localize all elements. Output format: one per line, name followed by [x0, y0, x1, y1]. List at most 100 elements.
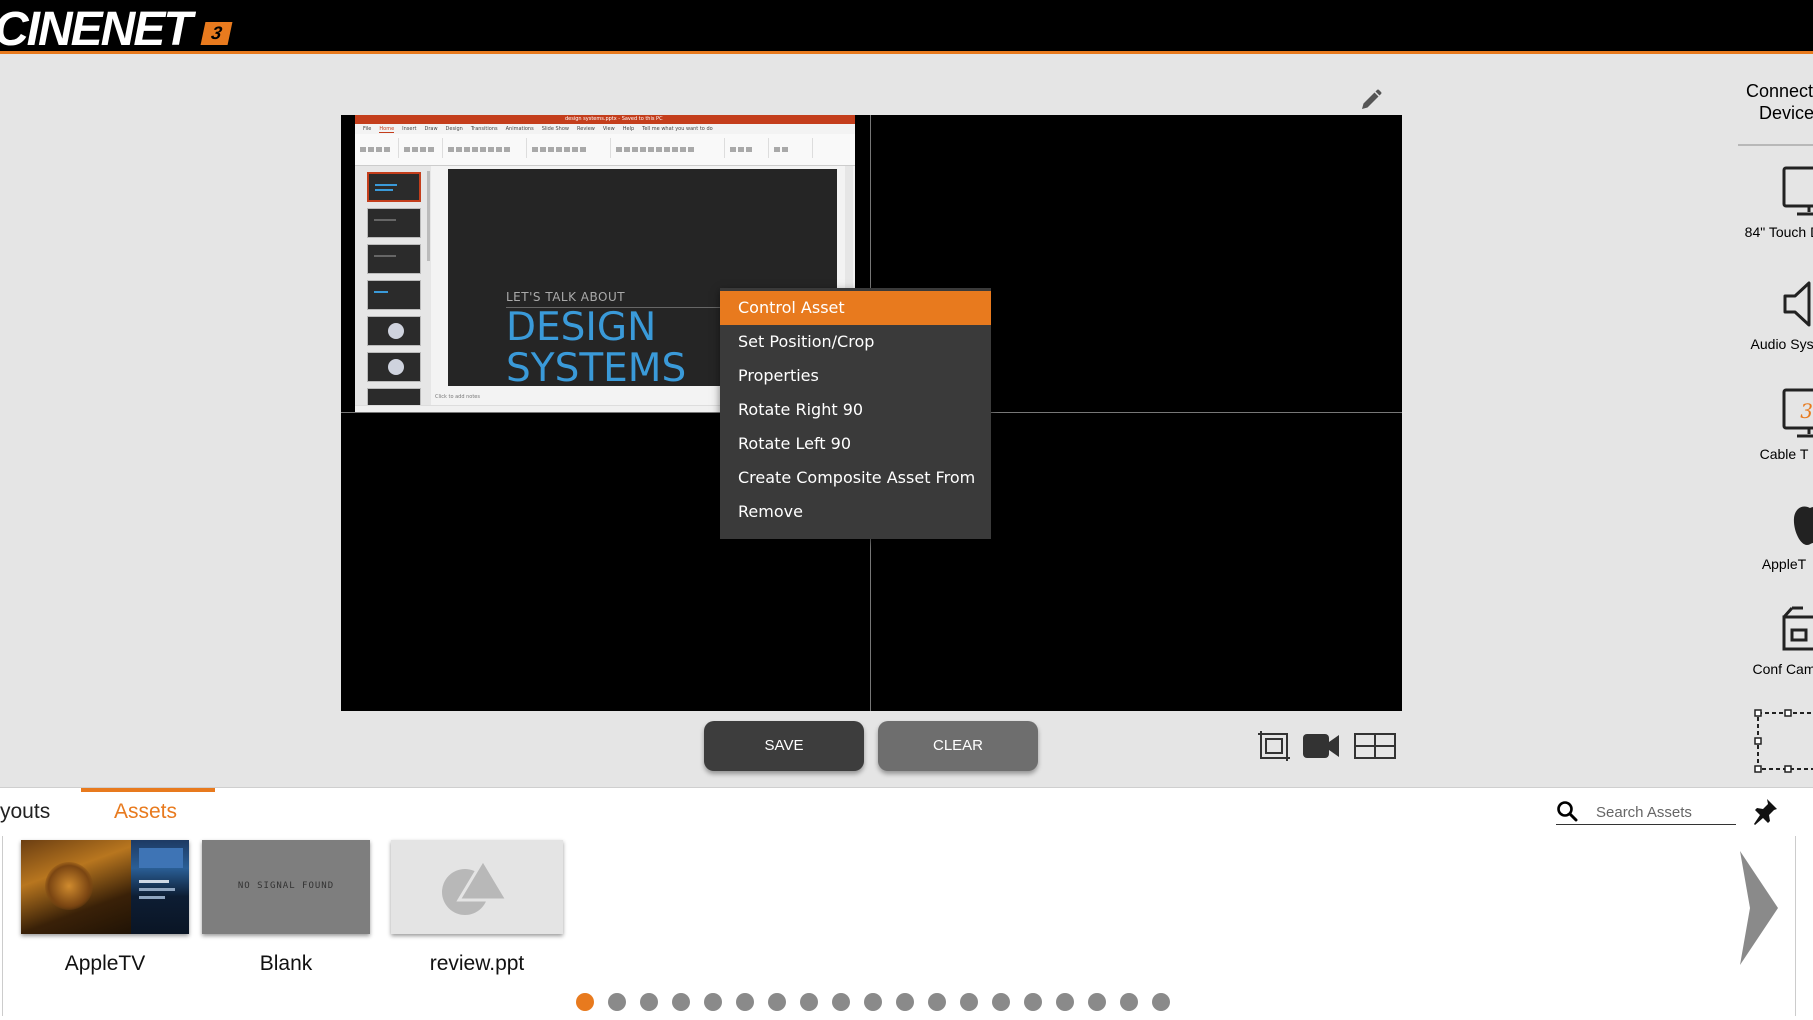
pagination-dots: [576, 993, 1170, 1011]
pagination-dot[interactable]: [960, 993, 978, 1011]
device-audio-system[interactable]: Audio Syst: [1729, 278, 1813, 352]
pagination-dot[interactable]: [1024, 993, 1042, 1011]
appletv-text-line: [139, 880, 169, 883]
pagination-dot[interactable]: [896, 993, 914, 1011]
search-icon[interactable]: [1556, 800, 1578, 822]
logo-version-badge: 3: [200, 22, 233, 45]
asset-thumbnail: [391, 840, 563, 934]
menu-item-create-composite[interactable]: Create Composite Asset From: [720, 461, 991, 495]
asset-context-menu: Control Asset Set Position/Crop Properti…: [720, 288, 991, 539]
pagination-dot[interactable]: [1056, 993, 1074, 1011]
ppt-tab: Animations: [505, 126, 534, 132]
device-touch-display[interactable]: 84" Touch Di: [1729, 166, 1813, 240]
camera-icon: [1782, 606, 1813, 651]
menu-item-remove[interactable]: Remove: [720, 495, 991, 529]
ppt-notes-placeholder: Click to add notes: [435, 394, 480, 400]
pagination-dot[interactable]: [992, 993, 1010, 1011]
device-label: AppleT: [1761, 556, 1807, 572]
ppt-window-title: design systems.pptx - Saved to this PC: [565, 116, 663, 122]
asset-card-review-ppt[interactable]: review.ppt: [391, 840, 563, 976]
ppt-tab: Insert: [402, 126, 417, 132]
pagination-dot[interactable]: [576, 993, 594, 1011]
pagination-dot[interactable]: [608, 993, 626, 1011]
tab-assets[interactable]: Assets: [114, 800, 177, 824]
crop-frame-icon[interactable]: [1258, 729, 1290, 763]
slide-thumbnail: [367, 244, 421, 274]
presentation-file-icon: [442, 857, 510, 915]
ribbon-group: [531, 138, 611, 158]
clear-button[interactable]: CLEAR: [878, 721, 1038, 771]
ppt-titlebar: design systems.pptx - Saved to this PC: [355, 115, 855, 124]
ppt-tab: Help: [622, 126, 635, 132]
composite-frame-icon[interactable]: [1754, 708, 1813, 776]
ribbon-group: [359, 138, 399, 158]
grid-layout-icon[interactable]: [1354, 729, 1396, 763]
pagination-dot[interactable]: [704, 993, 722, 1011]
asset-thumbnail: [21, 840, 189, 934]
ppt-tab: Draw: [424, 126, 438, 132]
device-conf-cam[interactable]: Conf Cam: [1729, 605, 1813, 677]
device-cable-tv[interactable]: 35 Cable T: [1729, 388, 1813, 462]
ppt-tab: Slide Show: [541, 126, 570, 132]
ribbon-group: [615, 138, 725, 158]
search-assets-input[interactable]: [1596, 801, 1734, 823]
device-apple-tv[interactable]: AppleT: [1729, 490, 1813, 572]
appletv-banner: [139, 848, 183, 868]
appletv-text-line: [139, 888, 175, 891]
ppt-ribbon: [355, 134, 855, 166]
pagination-dot[interactable]: [832, 993, 850, 1011]
devices-divider: [1738, 144, 1813, 146]
ppt-tab: View: [602, 126, 615, 132]
device-label: Cable T: [1759, 446, 1809, 462]
menu-item-properties[interactable]: Properties: [720, 359, 991, 393]
menu-item-rotate-left[interactable]: Rotate Left 90: [720, 427, 991, 461]
tab-layouts[interactable]: youts: [0, 800, 50, 824]
app-logo: CINENET: [0, 3, 193, 56]
pagination-dot[interactable]: [1152, 993, 1170, 1011]
pagination-dot[interactable]: [928, 993, 946, 1011]
pagination-dot[interactable]: [736, 993, 754, 1011]
pencil-icon[interactable]: [1359, 88, 1383, 112]
no-signal-text: NO SIGNAL FOUND: [237, 881, 335, 891]
ribbon-group: [403, 138, 443, 158]
ppt-tab: Review: [577, 126, 595, 132]
save-button[interactable]: SAVE: [704, 721, 864, 771]
asset-label: review.ppt: [429, 952, 525, 975]
ppt-tab: Transitions: [470, 126, 498, 132]
slide-title-line2: SYSTEMS: [506, 346, 687, 391]
video-camera-icon[interactable]: [1302, 729, 1340, 763]
asset-card-blank[interactable]: NO SIGNAL FOUND Blank: [202, 840, 370, 976]
tv-icon: 35: [1782, 388, 1813, 438]
slide-kicker-text: LET'S TALK ABOUT: [506, 290, 626, 304]
menu-item-control-asset[interactable]: Control Asset: [720, 291, 991, 325]
asset-card-appletv[interactable]: AppleTV: [21, 840, 189, 976]
active-tab-indicator: [81, 788, 215, 792]
devices-title-line2: Device: [1759, 103, 1813, 123]
device-label: Conf Cam: [1752, 661, 1813, 677]
asset-thumbnail: NO SIGNAL FOUND: [202, 840, 370, 934]
menu-item-set-position-crop[interactable]: Set Position/Crop: [720, 325, 991, 359]
chevron-right-icon[interactable]: [1738, 849, 1780, 967]
pagination-dot[interactable]: [672, 993, 690, 1011]
pagination-dot[interactable]: [864, 993, 882, 1011]
pagination-dot[interactable]: [640, 993, 658, 1011]
appletv-lion-art: [45, 862, 93, 910]
menu-item-rotate-right[interactable]: Rotate Right 90: [720, 393, 991, 427]
pagination-dot[interactable]: [768, 993, 786, 1011]
pagination-dot[interactable]: [1088, 993, 1106, 1011]
slide-thumbnail: [367, 172, 421, 202]
ppt-tab: Tell me what you want to do: [642, 126, 713, 132]
slide-thumbnail: [367, 280, 421, 310]
asset-label: Blank: [259, 952, 313, 975]
app-header: CINENET 3: [0, 0, 1813, 56]
ribbon-group: [729, 138, 769, 158]
pin-icon[interactable]: [1752, 798, 1778, 826]
pagination-dot[interactable]: [1120, 993, 1138, 1011]
asset-tray: youts Assets AppleTV NO SIGNAL FOUND Bla…: [0, 787, 1813, 1020]
asset-search: [1556, 799, 1736, 825]
ribbon-group: [447, 138, 527, 158]
slide-title-line1: DESIGN: [506, 305, 657, 350]
device-label: Audio Syst: [1750, 336, 1813, 352]
pagination-dot[interactable]: [800, 993, 818, 1011]
appletv-text-line: [139, 896, 165, 899]
